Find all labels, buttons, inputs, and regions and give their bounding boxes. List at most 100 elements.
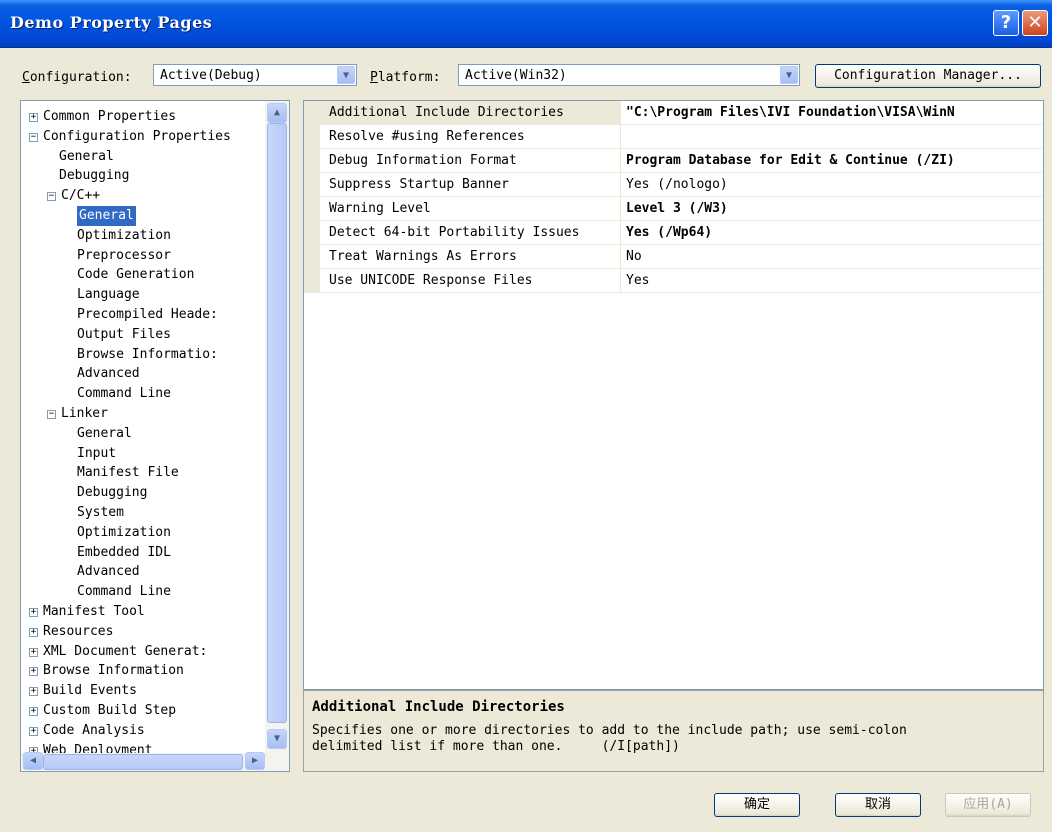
tree-item[interactable]: + Common Properties — [21, 107, 265, 127]
tree-item[interactable]: + Custom Build Step — [21, 701, 265, 721]
property-row[interactable]: Warning Level Level 3 (/W3) — [304, 197, 1043, 221]
tree-item[interactable]: Input — [21, 444, 265, 464]
tree-item[interactable]: System — [21, 503, 265, 523]
collapse-icon[interactable]: − — [47, 410, 56, 419]
tree-item-label: Browse Informatio: — [77, 346, 218, 362]
tree-item-label: General — [77, 425, 132, 441]
tree-item[interactable]: Command Line — [21, 582, 265, 602]
tree-item[interactable]: Browse Informatio: — [21, 345, 265, 365]
tree-item[interactable]: Code Generation — [21, 265, 265, 285]
expand-icon[interactable]: + — [29, 647, 38, 657]
tree-item[interactable]: Optimization — [21, 226, 265, 246]
tree-item[interactable]: + Web Deployment — [21, 741, 265, 753]
scroll-down-icon[interactable]: ▼ — [267, 729, 287, 749]
property-row[interactable]: Debug Information Format Program Database… — [304, 149, 1043, 173]
configuration-label: Configuration: — [22, 70, 132, 85]
property-name[interactable]: Detect 64-bit Portability Issues — [320, 221, 621, 245]
collapse-icon[interactable]: − — [47, 192, 56, 202]
row-gutter — [304, 197, 320, 221]
property-tree: + Common Properties − Configuration Propert… — [20, 100, 290, 772]
property-row[interactable]: Use UNICODE Response Files Yes — [304, 269, 1043, 293]
expand-icon[interactable]: + — [29, 707, 38, 716]
platform-dropdown[interactable]: Active(Win32) ▼ — [458, 64, 800, 86]
tree-item-label: C/C++ — [61, 188, 101, 204]
expand-icon[interactable]: + — [29, 627, 38, 637]
property-value[interactable]: No — [621, 245, 1043, 269]
cancel-button[interactable]: 取消 — [835, 793, 921, 817]
expand-icon[interactable]: + — [29, 667, 38, 677]
tree-item[interactable]: − C/C++ — [21, 186, 265, 206]
tree-item[interactable]: − Linker — [21, 404, 265, 424]
property-name[interactable]: Debug Information Format — [320, 149, 621, 173]
tree-item[interactable]: + Resources — [21, 622, 265, 642]
property-value[interactable]: Yes — [621, 269, 1043, 293]
tree-item[interactable]: + Manifest Tool — [21, 602, 265, 622]
tree-item[interactable]: Optimization — [21, 523, 265, 543]
property-row[interactable]: Treat Warnings As Errors No — [304, 245, 1043, 269]
tree-vertical-scrollbar[interactable]: ▲ ▼ — [265, 101, 289, 753]
close-button[interactable]: ✕ — [1022, 10, 1048, 36]
scroll-right-icon[interactable]: ▶ — [245, 752, 265, 770]
tree-item[interactable]: Manifest File — [21, 463, 265, 483]
property-value[interactable]: Level 3 (/W3) — [621, 197, 1043, 221]
tree-item[interactable]: + Browse Information — [21, 661, 265, 681]
tree-scroll-thumb[interactable] — [267, 123, 287, 723]
tree-item[interactable]: Advanced — [21, 364, 265, 384]
property-name[interactable]: Suppress Startup Banner — [320, 173, 621, 197]
chevron-down-icon[interactable]: ▼ — [780, 66, 798, 84]
property-name[interactable]: Warning Level — [320, 197, 621, 221]
tree-item-label: Output Files — [77, 326, 171, 342]
tree-item[interactable]: Debugging — [21, 483, 265, 503]
tree-item-label: Precompiled Heade: — [77, 307, 218, 322]
property-row[interactable]: Resolve #using References — [304, 125, 1043, 149]
tree-item[interactable]: Output Files — [21, 325, 265, 345]
tree-item[interactable]: Preprocessor — [21, 246, 265, 266]
tree-item[interactable]: Debugging — [21, 166, 265, 186]
property-name[interactable]: Treat Warnings As Errors — [320, 245, 621, 269]
tree-item[interactable]: General — [21, 206, 265, 226]
tree-item[interactable]: Embedded IDL — [21, 543, 265, 563]
property-value[interactable]: Yes (/nologo) — [621, 173, 1043, 197]
apply-button[interactable]: 应用(A) — [945, 793, 1031, 817]
expand-icon[interactable]: + — [29, 608, 38, 617]
tree-item[interactable]: + XML Document Generat: — [21, 642, 265, 662]
tree-item-label: General — [59, 148, 114, 164]
tree-item[interactable]: + Code Analysis — [21, 721, 265, 741]
configuration-manager-button[interactable]: Configuration Manager... — [815, 64, 1041, 88]
property-value[interactable]: "C:\Program Files\IVI Foundation\VISA\Wi… — [621, 101, 1043, 125]
property-name[interactable]: Resolve #using References — [320, 125, 621, 149]
tree-item-label: General — [77, 206, 136, 226]
tree-item-label: Custom Build Step — [43, 703, 177, 718]
property-name[interactable]: Additional Include Directories — [320, 101, 621, 125]
property-row[interactable]: Additional Include Directories "C:\Progra… — [304, 101, 1043, 125]
scroll-up-icon[interactable]: ▲ — [267, 103, 287, 123]
property-name[interactable]: Use UNICODE Response Files — [320, 269, 621, 293]
tree-item[interactable]: General — [21, 147, 265, 167]
tree-item[interactable]: Language — [21, 285, 265, 305]
tree-item[interactable]: Command Line — [21, 384, 265, 404]
chevron-down-icon[interactable]: ▼ — [337, 66, 355, 84]
scroll-left-icon[interactable]: ◀ — [23, 752, 43, 770]
tree-horizontal-scrollbar[interactable]: ◀ ▶ — [21, 752, 289, 771]
tree-item[interactable]: Precompiled Heade: — [21, 305, 265, 325]
tree-item-label: Linker — [61, 406, 108, 421]
configuration-dropdown[interactable]: Active(Debug) ▼ — [153, 64, 357, 86]
tree-item[interactable]: General — [21, 424, 265, 444]
row-gutter — [304, 173, 320, 197]
tree-item-label: Code Analysis — [43, 722, 145, 738]
help-button[interactable]: ? — [993, 10, 1019, 36]
ok-button[interactable]: 确定 — [714, 793, 800, 817]
property-row[interactable]: Detect 64-bit Portability Issues Yes (/Wp… — [304, 221, 1043, 245]
collapse-icon[interactable]: − — [29, 132, 38, 142]
expand-icon[interactable]: + — [29, 687, 38, 697]
property-value[interactable]: Yes (/Wp64) — [621, 221, 1043, 245]
property-row[interactable]: Suppress Startup Banner Yes (/nologo) — [304, 173, 1043, 197]
tree-item[interactable]: Advanced — [21, 562, 265, 582]
tree-hscroll-thumb[interactable] — [43, 754, 243, 770]
expand-icon[interactable]: + — [29, 726, 38, 736]
property-value[interactable]: Program Database for Edit & Continue (/Z… — [621, 149, 1043, 173]
property-value[interactable] — [621, 125, 1043, 149]
expand-icon[interactable]: + — [29, 113, 38, 122]
tree-item[interactable]: − Configuration Properties — [21, 127, 265, 147]
tree-item[interactable]: + Build Events — [21, 681, 265, 701]
